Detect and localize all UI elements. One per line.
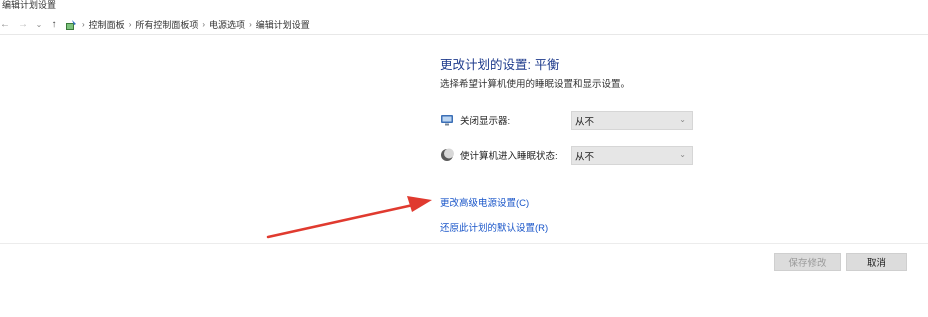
breadcrumb-control-panel[interactable]: 控制面板	[89, 18, 125, 31]
display-off-value: 从不	[575, 116, 595, 128]
advanced-power-settings-link[interactable]: 更改高级电源设置(C)	[440, 195, 529, 209]
save-changes-button[interactable]: 保存修改	[774, 253, 841, 271]
breadcrumb-all-items[interactable]: 所有控制面板项	[135, 18, 198, 31]
breadcrumb-separator-icon: ›	[128, 20, 132, 29]
display-off-dropdown[interactable]: 从不 ⌄	[571, 111, 693, 130]
chevron-down-icon: ⌄	[679, 150, 686, 159]
sleep-dropdown[interactable]: 从不 ⌄	[571, 146, 693, 165]
window-title: 编辑计划设置	[2, 0, 57, 10]
up-arrow-icon[interactable]: ↑	[48, 16, 60, 34]
moon-icon	[440, 148, 454, 162]
page-subtitle: 选择希望计算机使用的睡眠设置和显示设置。	[440, 79, 631, 90]
chevron-down-icon: ⌄	[679, 115, 686, 124]
breadcrumb-separator-icon: ›	[82, 20, 85, 29]
sleep-value: 从不	[575, 151, 595, 163]
back-arrow-icon[interactable]: ←	[0, 16, 10, 34]
control-panel-icon	[64, 18, 78, 32]
display-off-label: 关闭显示器:	[460, 116, 511, 127]
footer-divider	[0, 243, 928, 244]
forward-arrow-icon[interactable]: →	[16, 16, 30, 34]
page-title: 更改计划的设置: 平衡	[440, 58, 560, 72]
sleep-label: 使计算机进入睡眠状态:	[460, 151, 558, 162]
breadcrumb-power-options[interactable]: 电源选项	[209, 18, 245, 31]
breadcrumb-edit-plan[interactable]: 编辑计划设置	[256, 18, 310, 31]
breadcrumb-separator-icon: ›	[249, 20, 252, 29]
edit-plan-settings-window: 编辑计划设置 ← → ⌄ ↑ › 控制面板 › 所有控制面板项 › 电源选项 ›…	[0, 0, 928, 317]
breadcrumb-separator-icon: ›	[202, 20, 206, 29]
restore-defaults-link[interactable]: 还原此计划的默认设置(R)	[440, 220, 548, 234]
monitor-icon	[440, 113, 454, 127]
recent-locations-chevron-icon[interactable]: ⌄	[34, 16, 44, 34]
cancel-button[interactable]: 取消	[846, 253, 907, 271]
address-bar: ← → ⌄ ↑ › 控制面板 › 所有控制面板项 › 电源选项 › 编辑计划设置	[0, 15, 928, 35]
